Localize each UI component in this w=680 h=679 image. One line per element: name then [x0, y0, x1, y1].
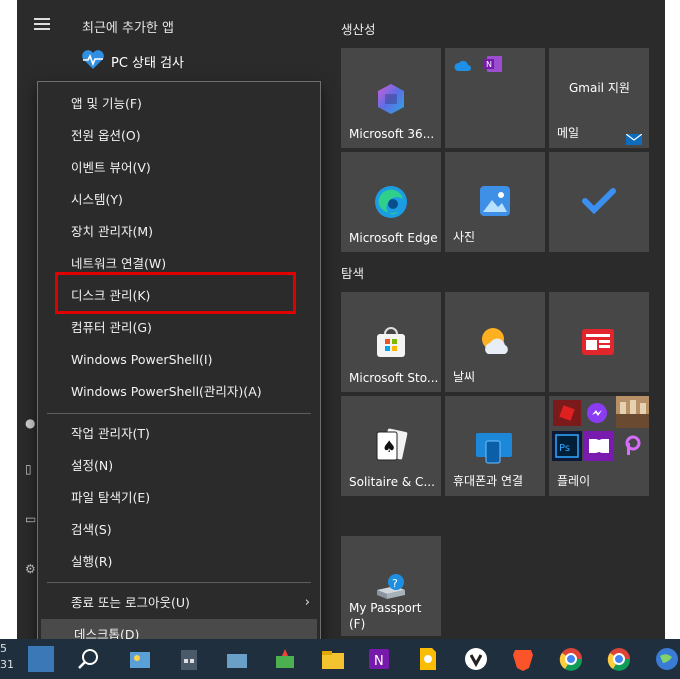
tile-office-group[interactable]: N	[445, 48, 545, 148]
tile-label: My Passport (F)	[349, 601, 422, 631]
keep-notes-icon[interactable]	[414, 646, 440, 672]
solitaire-cards-icon: ♠	[373, 428, 409, 466]
menu-item-system[interactable]: 시스템(Y)	[38, 184, 320, 216]
chevron-right-icon: ›	[304, 595, 310, 610]
chrome-icon[interactable]	[558, 646, 584, 672]
game-icon	[553, 400, 581, 430]
tile-photos[interactable]: 사진	[445, 152, 545, 252]
tile-weather[interactable]: 날씨	[445, 292, 545, 392]
clock-line: 5	[0, 642, 7, 655]
tile-label: 휴대폰과 연결	[453, 474, 524, 488]
travel-photo-icon	[616, 396, 649, 432]
menu-item-shutdown-signout[interactable]: 종료 또는 로그아웃(U) ›	[38, 587, 320, 619]
tile-news[interactable]	[549, 292, 649, 392]
tile-label: Microsoft 36...	[349, 127, 435, 141]
file-explorer-icon[interactable]	[320, 646, 346, 672]
menu-item-file-explorer[interactable]: 파일 탐색기(E)	[38, 482, 320, 514]
power-user-context-menu: 앱 및 기능(F) 전원 옵션(O) 이벤트 뷰어(V) 시스템(Y) 장치 관…	[37, 81, 321, 657]
tile-microsoft-edge[interactable]: Microsoft Edge	[341, 152, 441, 252]
menu-item-power-options[interactable]: 전원 옵션(O)	[38, 120, 320, 152]
tile-label: Microsoft Sto...	[349, 371, 439, 385]
settings-icon[interactable]: ⚙	[25, 562, 37, 576]
productivity-section-title: 생산성	[341, 22, 376, 37]
picsart-icon	[622, 435, 644, 461]
onenote-taskbar-icon[interactable]: N	[366, 646, 392, 672]
recent-apps-heading: 최근에 추가한 앱	[82, 21, 174, 36]
menu-item-computer-management[interactable]: 컴퓨터 관리(G)	[38, 312, 320, 344]
messenger-icon	[586, 402, 608, 428]
mail-envelope-icon	[625, 130, 643, 149]
menu-item-powershell[interactable]: Windows PowerShell(I)	[38, 344, 320, 376]
svg-text:Ps: Ps	[559, 443, 570, 454]
svg-text:N: N	[486, 60, 492, 69]
menu-item-apps-features[interactable]: 앱 및 기능(F)	[38, 88, 320, 120]
tile-microsoft-store[interactable]: Microsoft Sto...	[341, 292, 441, 392]
calculator-icon[interactable]	[176, 646, 202, 672]
tile-microsoft-365[interactable]: Microsoft 36...	[341, 48, 441, 148]
gmail-support-label: Gmail 지원	[569, 81, 630, 95]
checkmark-icon	[582, 188, 616, 218]
menu-item-powershell-admin[interactable]: Windows PowerShell(관리자)(A)	[38, 376, 320, 408]
pc-health-check-app[interactable]: PC 상태 검사	[111, 52, 184, 71]
explore-section-title: 탐색	[341, 266, 365, 281]
store-icon	[374, 326, 408, 362]
edge-icon	[374, 185, 408, 223]
dolby-access-icon	[584, 431, 614, 465]
start-button-icon[interactable]	[28, 646, 54, 672]
app-icon[interactable]	[224, 646, 250, 672]
tile-label: 사진	[453, 230, 476, 244]
onedrive-icon	[454, 57, 472, 76]
phone-link-icon	[476, 431, 514, 469]
chrome-profile-icon[interactable]	[606, 646, 632, 672]
tile-solitaire[interactable]: ♠ Solitaire & C...	[341, 396, 441, 496]
menu-item-event-viewer[interactable]: 이벤트 뷰어(V)	[38, 152, 320, 184]
microsoft-365-icon	[374, 82, 408, 120]
tile-label: 플레이	[557, 474, 591, 488]
tile-label: Microsoft Edge	[349, 231, 438, 245]
tile-play-folder[interactable]: Ps 플레이	[549, 396, 649, 496]
app-icon[interactable]	[272, 646, 298, 672]
pictures-icon[interactable]: ▭	[25, 512, 37, 526]
highlight-box	[55, 272, 296, 314]
globe-icon[interactable]	[654, 646, 680, 672]
user-icon[interactable]: ●	[25, 416, 37, 430]
svg-text:♠: ♠	[382, 437, 396, 456]
photos-icon	[480, 186, 510, 220]
svg-text:N: N	[374, 654, 384, 669]
search-icon[interactable]	[76, 646, 102, 672]
menu-item-device-manager[interactable]: 장치 관리자(M)	[38, 216, 320, 248]
weather-sun-cloud-icon	[478, 326, 512, 360]
menu-item-label: 종료 또는 로그아웃(U)	[71, 595, 190, 610]
menu-separator	[47, 413, 311, 414]
onenote-icon: N	[484, 56, 502, 76]
photoshop-express-icon: Ps	[552, 431, 582, 465]
menu-item-search[interactable]: 검색(S)	[38, 514, 320, 546]
paint-app-icon[interactable]	[127, 646, 153, 672]
menu-item-task-manager[interactable]: 작업 관리자(T)	[38, 418, 320, 450]
hamburger-menu-icon[interactable]	[34, 18, 50, 30]
tile-label: Solitaire & C...	[349, 475, 435, 489]
tile-mail[interactable]: Gmail 지원 메일	[549, 48, 649, 148]
news-icon	[582, 329, 614, 359]
menu-item-settings[interactable]: 설정(N)	[38, 450, 320, 482]
tile-label: 날씨	[453, 370, 476, 384]
taskbar-clock[interactable]: 5 31	[0, 641, 14, 673]
tile-todo[interactable]	[549, 152, 649, 252]
tile-phone-link[interactable]: 휴대폰과 연결	[445, 396, 545, 496]
pc-health-check-icon	[80, 50, 106, 74]
vivaldi-icon[interactable]	[463, 646, 489, 672]
clock-line: 31	[0, 658, 14, 671]
svg-text:?: ?	[392, 577, 398, 590]
tile-my-passport[interactable]: ? My Passport (F)	[341, 536, 441, 636]
documents-icon[interactable]: ▯	[25, 462, 37, 476]
tile-label: 메일	[557, 126, 580, 140]
menu-item-run[interactable]: 실행(R)	[38, 546, 320, 578]
brave-icon[interactable]	[510, 646, 536, 672]
menu-separator	[47, 582, 311, 583]
